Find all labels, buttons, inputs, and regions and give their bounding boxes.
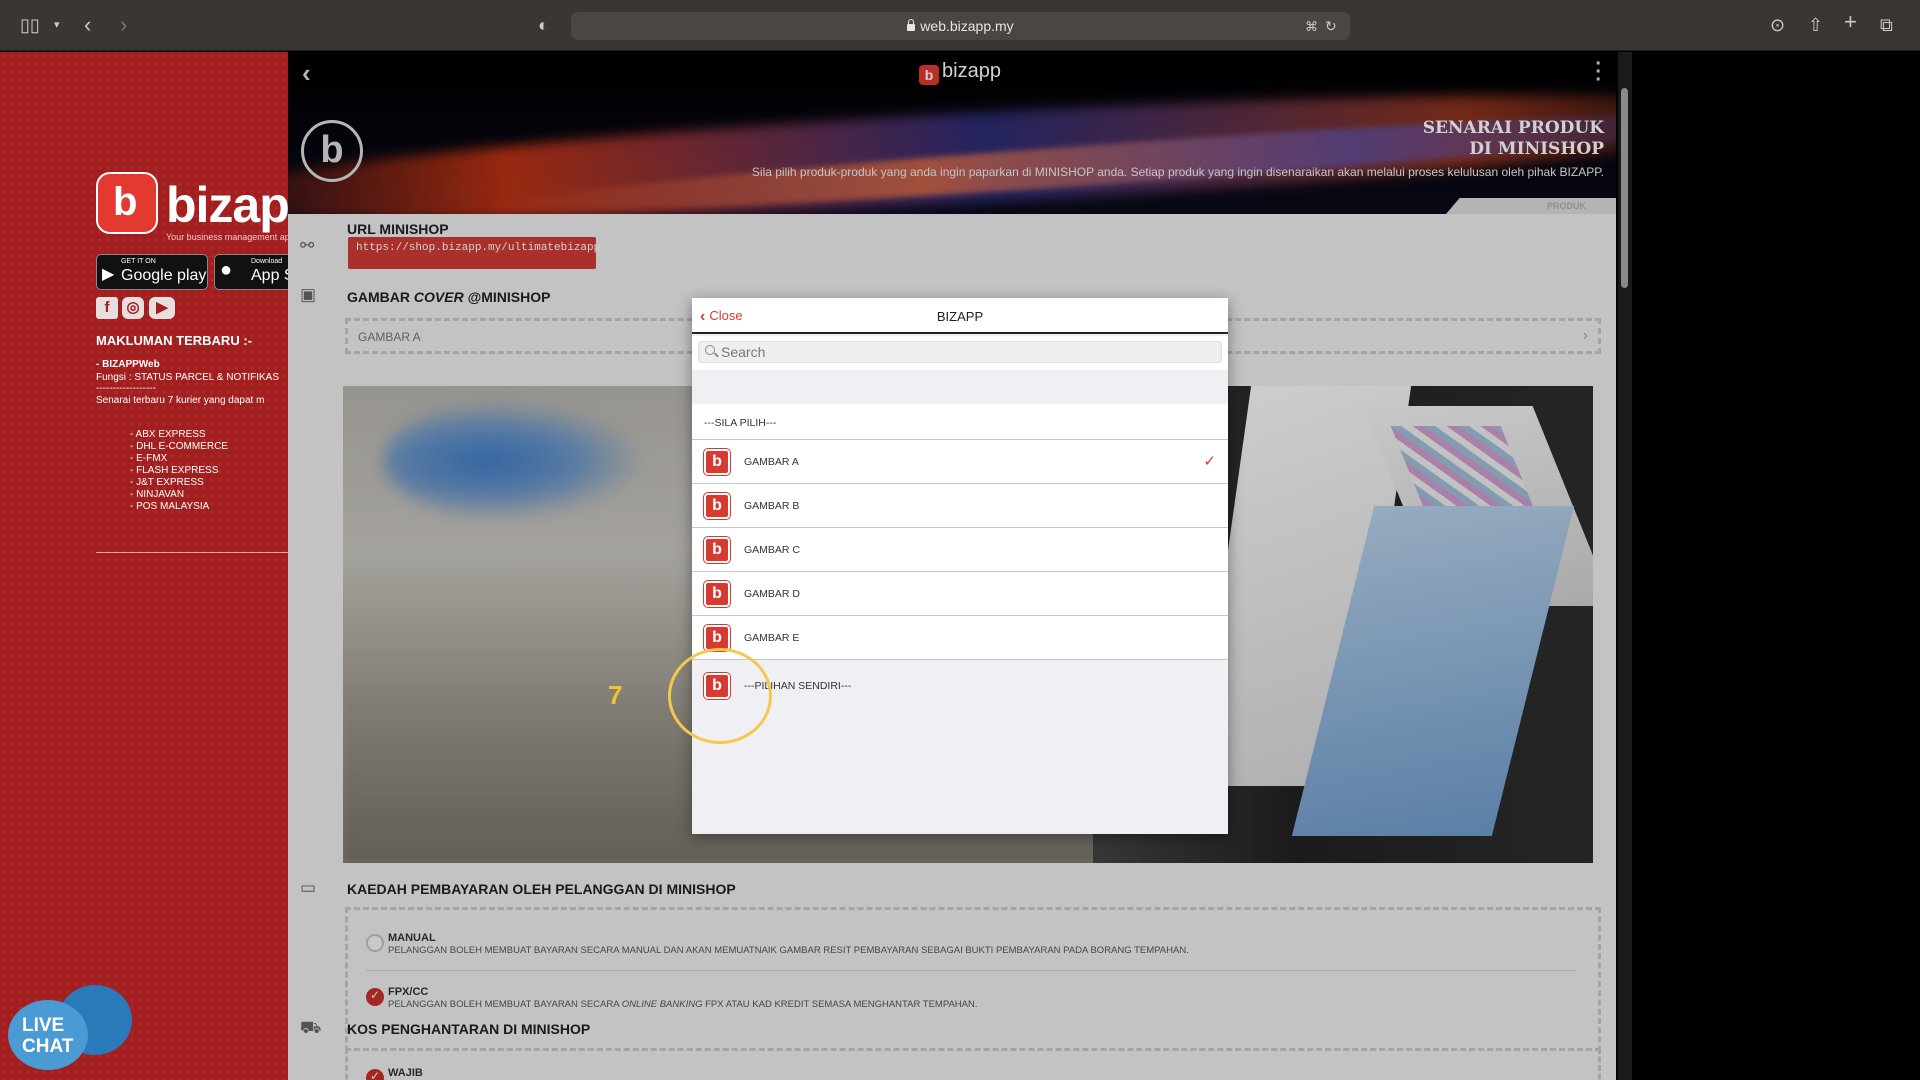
option-gambar-a[interactable]: b GAMBAR A ✓	[692, 440, 1228, 484]
youtube-icon[interactable]: ▶	[149, 297, 175, 319]
app-store-button[interactable]: ● Download App S	[214, 254, 288, 290]
apple-icon: ●	[220, 259, 233, 281]
option-list: ---SILA PILIH--- b GAMBAR A ✓ b GAMBAR B…	[692, 404, 1228, 660]
search-bar	[692, 336, 1228, 370]
checkmark-icon: ✓	[1203, 453, 1216, 470]
search-icon	[705, 345, 715, 355]
back-icon[interactable]: ‹	[84, 14, 91, 36]
bizapp-logo-icon: b	[704, 493, 730, 519]
url-text: web.bizapp.my	[920, 18, 1014, 34]
forward-icon[interactable]: ›	[120, 14, 127, 36]
cover-image-picker-modal: ‹Close BIZAPP ---SILA PILIH--- b GAMBAR …	[692, 298, 1228, 834]
step-number-label: 7	[608, 680, 623, 710]
modal-header: ‹ Close BIZAPP	[692, 298, 1228, 334]
list-item: - FLASH EXPRESS	[130, 465, 219, 476]
option-gambar-d[interactable]: b GAMBAR D	[692, 572, 1228, 616]
list-item: - DHL E-COMMERCE	[130, 441, 228, 452]
live-chat-button[interactable]: LIVE CHAT	[8, 985, 132, 1075]
list-item: - NINJAVAN	[130, 489, 185, 500]
option-gambar-e[interactable]: b GAMBAR E	[692, 616, 1228, 660]
left-info-panel: b bizapp Your business management app ▶ …	[0, 52, 288, 1080]
address-bar[interactable]: web.bizapp.my ⌘ ↻	[571, 12, 1350, 40]
list-item: - ABX EXPRESS	[130, 429, 206, 440]
bizapp-logo: b bizapp Your business management app	[96, 172, 288, 242]
instagram-icon[interactable]: ◎	[122, 297, 144, 319]
scroll-thumb[interactable]	[1621, 88, 1628, 288]
list-item: - J&T EXPRESS	[130, 477, 204, 488]
list-item: - E-FMX	[130, 453, 168, 464]
browser-toolbar: ▯▯ ▾ ‹ › ◐ web.bizapp.my ⌘ ↻ ⊙ ⇧ + ⧉	[0, 0, 1920, 51]
downloads-icon[interactable]: ⊙	[1770, 14, 1785, 36]
courier-list: - ABX EXPRESS - DHL E-COMMERCE - E-FMX -…	[130, 429, 228, 513]
new-tab-icon[interactable]: +	[1844, 11, 1857, 33]
option-gambar-c[interactable]: b GAMBAR C	[692, 528, 1228, 572]
reload-icon[interactable]: ↻	[1325, 15, 1337, 37]
highlight-circle	[668, 648, 772, 744]
facebook-icon[interactable]: f	[96, 297, 118, 319]
bizapp-logo-icon: b	[704, 449, 730, 475]
search-input[interactable]	[721, 344, 1211, 360]
option-sila-pilih[interactable]: ---SILA PILIH---	[692, 404, 1228, 440]
chevron-down-icon[interactable]: ▾	[54, 14, 60, 36]
bizapp-logo-icon: b	[704, 581, 730, 607]
privacy-shield-icon[interactable]: ◐	[538, 14, 549, 36]
news-line: Senarai terbaru 7 kurier yang dapat m	[96, 395, 265, 406]
sidebar-toggle-icon[interactable]: ▯▯	[20, 14, 40, 36]
modal-title: BIZAPP	[936, 309, 984, 324]
list-item: - POS MALAYSIA	[130, 501, 210, 512]
news-subheading: - BIZAPPWeb	[96, 359, 160, 370]
news-heading: MAKLUMAN TERBARU :-	[96, 333, 252, 348]
tab-overview-icon[interactable]: ⧉	[1880, 14, 1893, 36]
option-pilihan-sendiri[interactable]: b ---PILIHAN SENDIRI---	[692, 664, 1228, 708]
translate-icon[interactable]: ⌘	[1305, 16, 1318, 38]
news-line: Fungsi : STATUS PARCEL & NOTIFIKAS	[96, 372, 280, 383]
lock-icon	[907, 19, 916, 31]
option-gambar-b[interactable]: b GAMBAR B	[692, 484, 1228, 528]
news-line: ------------------	[96, 383, 156, 394]
google-play-button[interactable]: ▶ GET IT ON Google play	[96, 254, 208, 290]
share-icon[interactable]: ⇧	[1808, 14, 1823, 36]
divider	[96, 552, 288, 553]
play-icon: ▶	[102, 266, 115, 283]
page-scrollbar[interactable]	[1618, 52, 1632, 1080]
bizapp-logo-icon: b	[704, 537, 730, 563]
